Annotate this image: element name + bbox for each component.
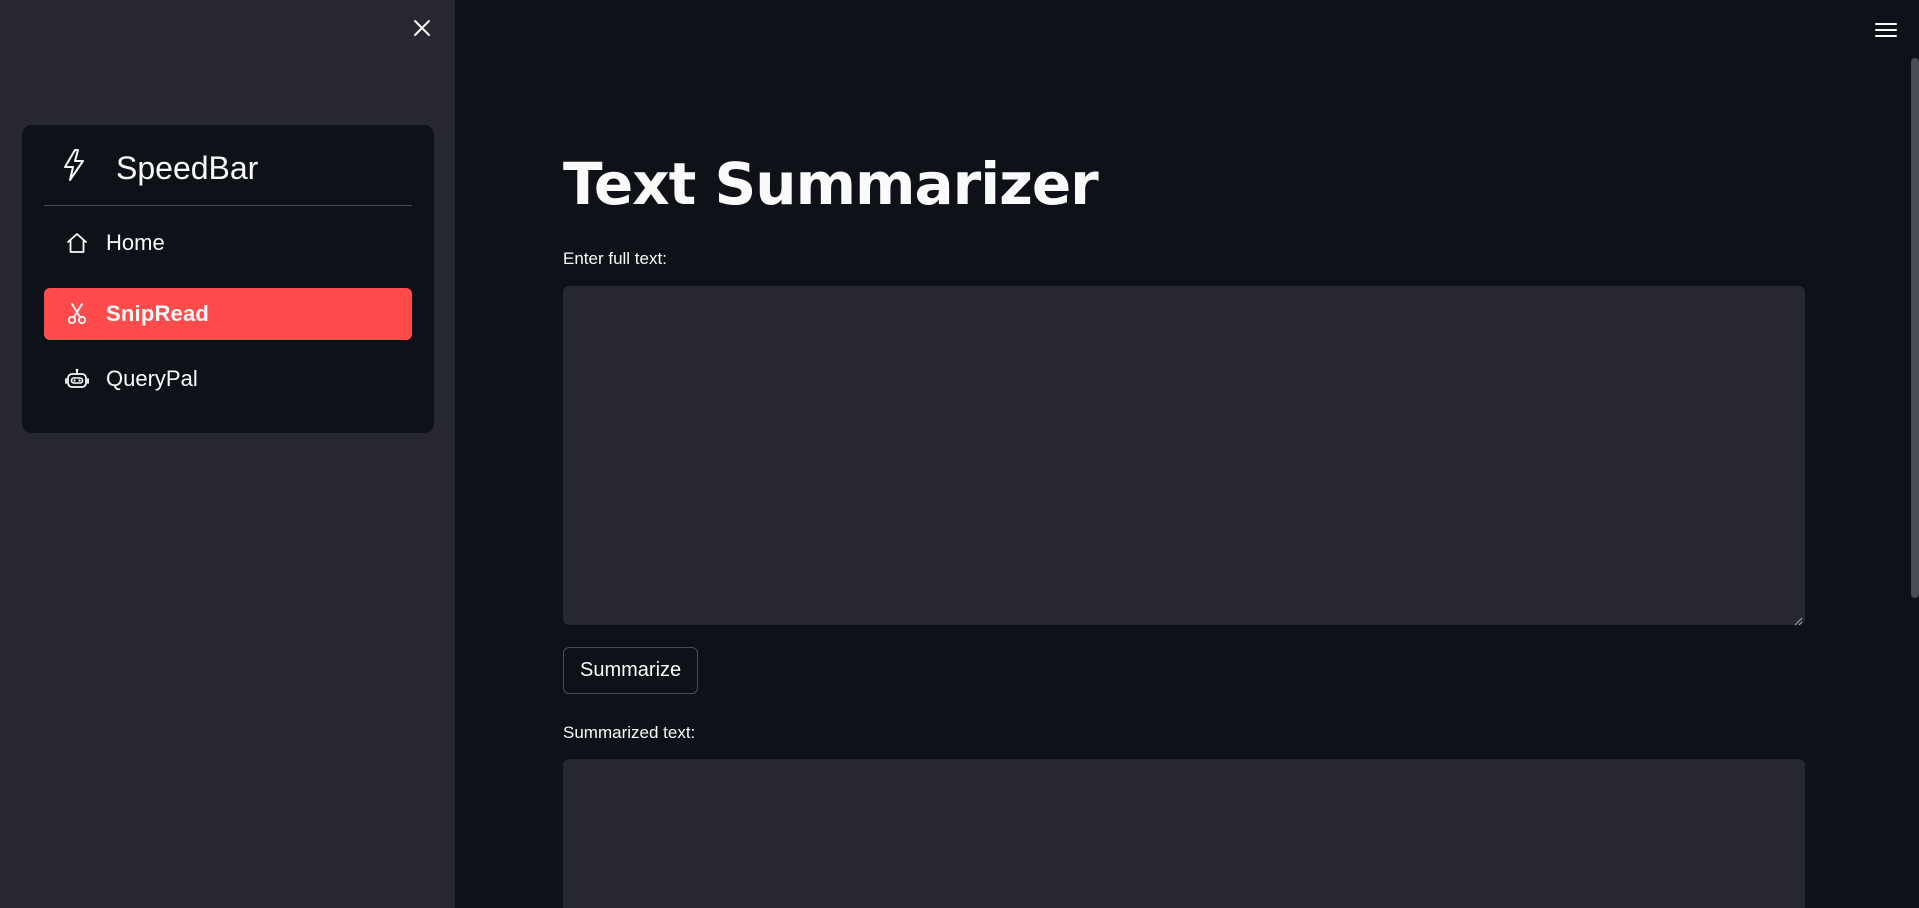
page-title: Text Summarizer [563, 150, 1099, 218]
hamburger-line [1875, 35, 1897, 37]
summarize-button[interactable]: Summarize [563, 647, 699, 694]
menu-title: SpeedBar [116, 149, 259, 186]
sidebar-item-querypal[interactable]: QueryPal [44, 353, 412, 405]
input-label: Enter full text: [563, 249, 667, 268]
scrollbar[interactable] [1911, 58, 1919, 598]
hamburger-line [1875, 29, 1897, 31]
resize-handle-icon[interactable] [1793, 613, 1803, 626]
option-menu: SpeedBar Home SnipRead QueryPal [22, 125, 434, 433]
robot-icon [64, 366, 90, 392]
sidebar: SpeedBar Home SnipRead QueryPal [0, 0, 455, 908]
hamburger-menu-icon [1875, 23, 1897, 25]
scissors-icon [64, 301, 90, 327]
close-sidebar-button[interactable] [408, 16, 436, 44]
close-icon [413, 19, 431, 42]
summarized-text-output[interactable] [563, 759, 1805, 908]
output-label: Summarized text: [563, 723, 696, 742]
app-window: SpeedBar Home SnipRead QueryPal Text Sum… [0, 0, 1919, 908]
sidebar-item-label: QueryPal [106, 366, 198, 391]
sidebar-item-home[interactable]: Home [44, 217, 412, 269]
home-icon [64, 230, 90, 256]
lightning-icon [62, 147, 90, 183]
main-menu-button[interactable] [1875, 18, 1899, 42]
main-content: Text Summarizer Enter full text: Summari… [455, 0, 1919, 908]
sidebar-item-snipread[interactable]: SnipRead [44, 288, 412, 340]
sidebar-item-label: Home [106, 230, 165, 255]
full-text-input[interactable] [563, 286, 1805, 625]
menu-header: SpeedBar [44, 125, 412, 206]
sidebar-item-label: SnipRead [106, 301, 210, 326]
